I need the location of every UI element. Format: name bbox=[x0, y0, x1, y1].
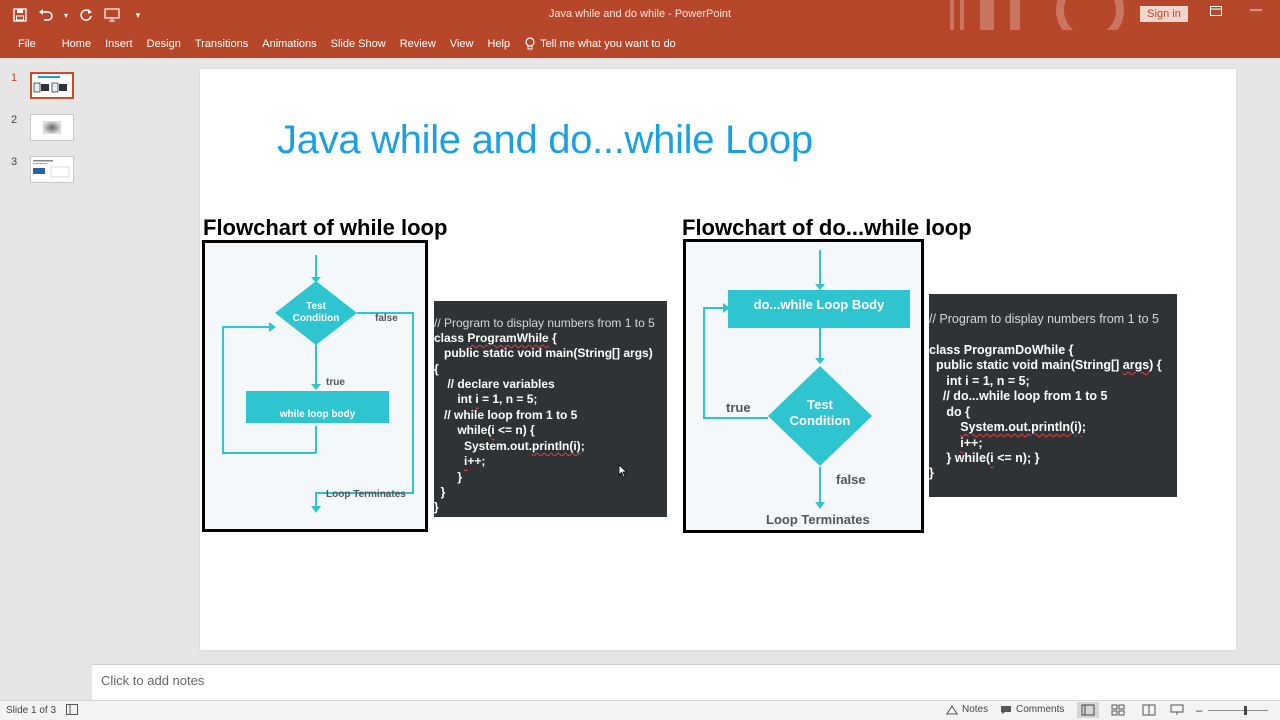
do-while-code-block[interactable]: // Program to display numbers from 1 to … bbox=[929, 294, 1177, 497]
loop-terminates-label: Loop Terminates bbox=[326, 489, 406, 500]
code-line: System.out.println(i); bbox=[434, 439, 585, 453]
thumbnail-2[interactable]: 2 bbox=[0, 114, 92, 144]
tab-transitions[interactable]: Transitions bbox=[188, 38, 255, 50]
thumbnail-number: 1 bbox=[11, 72, 18, 84]
tab-design[interactable]: Design bbox=[140, 38, 188, 50]
while-flowchart-heading[interactable]: Flowchart of while loop bbox=[203, 215, 447, 241]
code-line: // declare variables bbox=[434, 377, 555, 391]
slide-thumbnail-image bbox=[30, 156, 74, 183]
notes-label: Notes bbox=[962, 704, 989, 715]
zoom-out-button[interactable]: – bbox=[1196, 703, 1203, 717]
code-line: // Program to display numbers from 1 to … bbox=[929, 312, 1159, 326]
tab-view[interactable]: View bbox=[443, 38, 481, 50]
slide-show-button[interactable] bbox=[1170, 704, 1184, 719]
slide-counter: Slide 1 of 3 bbox=[6, 705, 57, 716]
code-line: public static void main(String[] args) bbox=[434, 346, 653, 360]
slide-thumbnail-image bbox=[30, 114, 74, 141]
code-line: while(i <= n) { bbox=[434, 423, 535, 437]
code-line: class ProgramWhile { bbox=[434, 331, 557, 345]
code-line: } while(i <= n); } bbox=[929, 451, 1040, 465]
test-condition-label: Test Condition bbox=[292, 301, 340, 324]
ribbon-tabs: File Home Insert Design Transitions Anim… bbox=[0, 30, 1280, 58]
false-label: false bbox=[375, 313, 398, 324]
while-flowchart-graphic bbox=[222, 255, 414, 513]
accessibility-icon[interactable] bbox=[66, 704, 78, 718]
slide-canvas[interactable]: Java while and do...while Loop Flowchart… bbox=[200, 69, 1236, 650]
slide-thumbnail-image bbox=[30, 72, 74, 99]
normal-view-icon bbox=[1081, 704, 1095, 716]
ribbon-display-options-icon[interactable] bbox=[1210, 5, 1222, 19]
zoom-slider[interactable] bbox=[1208, 710, 1268, 711]
code-line: i++; bbox=[464, 454, 486, 468]
notes-pane[interactable]: Click to add notes bbox=[92, 664, 1280, 700]
slide-sorter-icon bbox=[1111, 704, 1125, 716]
slide-sorter-button[interactable] bbox=[1111, 704, 1125, 719]
code-line: } bbox=[434, 470, 463, 484]
false-label: false bbox=[836, 472, 866, 487]
tab-file[interactable]: File bbox=[0, 38, 55, 50]
comment-icon bbox=[1001, 705, 1011, 714]
tab-home[interactable]: Home bbox=[55, 38, 98, 50]
normal-view-button[interactable] bbox=[1077, 702, 1099, 718]
slide-thumbnail-pane: 1 2 3 bbox=[0, 58, 92, 700]
do-while-flowchart-graphic bbox=[703, 250, 910, 509]
code-line: } bbox=[434, 500, 439, 514]
do-while-flowchart-heading[interactable]: Flowchart of do...while loop bbox=[682, 215, 972, 241]
tab-help[interactable]: Help bbox=[480, 38, 517, 50]
sign-in-button[interactable]: Sign in bbox=[1140, 6, 1188, 22]
reading-view-icon bbox=[1142, 704, 1156, 716]
test-condition-label: Test Condition bbox=[789, 397, 851, 428]
zoom-slider-thumb[interactable] bbox=[1244, 706, 1247, 715]
code-line: // Program to display numbers from 1 to … bbox=[434, 316, 655, 330]
mouse-cursor-icon bbox=[618, 464, 628, 478]
thumbnail-3[interactable]: 3 bbox=[0, 156, 92, 186]
thumbnail-number: 2 bbox=[11, 114, 18, 126]
tell-me-search[interactable]: Tell me what you want to do bbox=[525, 37, 676, 51]
do-while-flowchart[interactable]: do...while Loop Body Test Condition true… bbox=[683, 239, 924, 533]
notes-button[interactable]: Notes bbox=[946, 704, 988, 715]
loop-terminates-label: Loop Terminates bbox=[766, 512, 870, 527]
true-label: true bbox=[726, 400, 751, 415]
tab-slide-show[interactable]: Slide Show bbox=[324, 38, 393, 50]
code-line: // do...while loop from 1 to 5 bbox=[929, 389, 1108, 403]
tab-animations[interactable]: Animations bbox=[255, 38, 323, 50]
while-flowchart[interactable]: Test Condition false true while loop bod… bbox=[202, 240, 428, 532]
ribbon-decoration bbox=[950, 0, 1124, 30]
do-while-body-label: do...while Loop Body bbox=[753, 297, 885, 312]
code-line: { bbox=[434, 362, 439, 376]
code-line: System.out.println(i); bbox=[960, 420, 1086, 434]
thumbnail-number: 3 bbox=[11, 156, 18, 168]
notes-icon bbox=[946, 704, 958, 714]
status-bar: Slide 1 of 3 Notes Comments – bbox=[0, 700, 1280, 720]
code-line: int i = 1, n = 5; bbox=[929, 374, 1030, 388]
code-line: i++; bbox=[960, 436, 983, 450]
lightbulb-icon bbox=[525, 37, 535, 50]
while-code-block[interactable]: // Program to display numbers from 1 to … bbox=[434, 301, 667, 517]
comments-button[interactable]: Comments bbox=[1000, 704, 1064, 715]
true-label: true bbox=[326, 377, 345, 388]
notes-placeholder: Click to add notes bbox=[101, 673, 205, 688]
tab-review[interactable]: Review bbox=[393, 38, 443, 50]
slide-title[interactable]: Java while and do...while Loop bbox=[277, 118, 813, 163]
comments-label: Comments bbox=[1016, 704, 1065, 715]
minimize-icon[interactable]: — bbox=[1250, 2, 1262, 16]
code-line: } bbox=[434, 485, 446, 499]
title-bar: ▾ ▾ Java while and do while - PowerPoint… bbox=[0, 0, 1280, 30]
code-line: int i = 1, n = 5; bbox=[434, 392, 538, 406]
while-loop-body-label: while loop body bbox=[279, 409, 356, 420]
code-line: // while loop from 1 to 5 bbox=[434, 408, 578, 422]
tab-insert[interactable]: Insert bbox=[98, 38, 140, 50]
code-line: do { bbox=[929, 405, 970, 419]
code-line: } bbox=[929, 466, 934, 480]
code-line: class ProgramDoWhile { bbox=[929, 343, 1074, 357]
slide-show-icon bbox=[1170, 704, 1184, 715]
code-line: public static void main(String[] args) { bbox=[929, 358, 1162, 372]
tell-me-label: Tell me what you want to do bbox=[540, 38, 676, 50]
reading-view-button[interactable] bbox=[1142, 704, 1156, 719]
thumbnail-1[interactable]: 1 bbox=[0, 72, 92, 102]
